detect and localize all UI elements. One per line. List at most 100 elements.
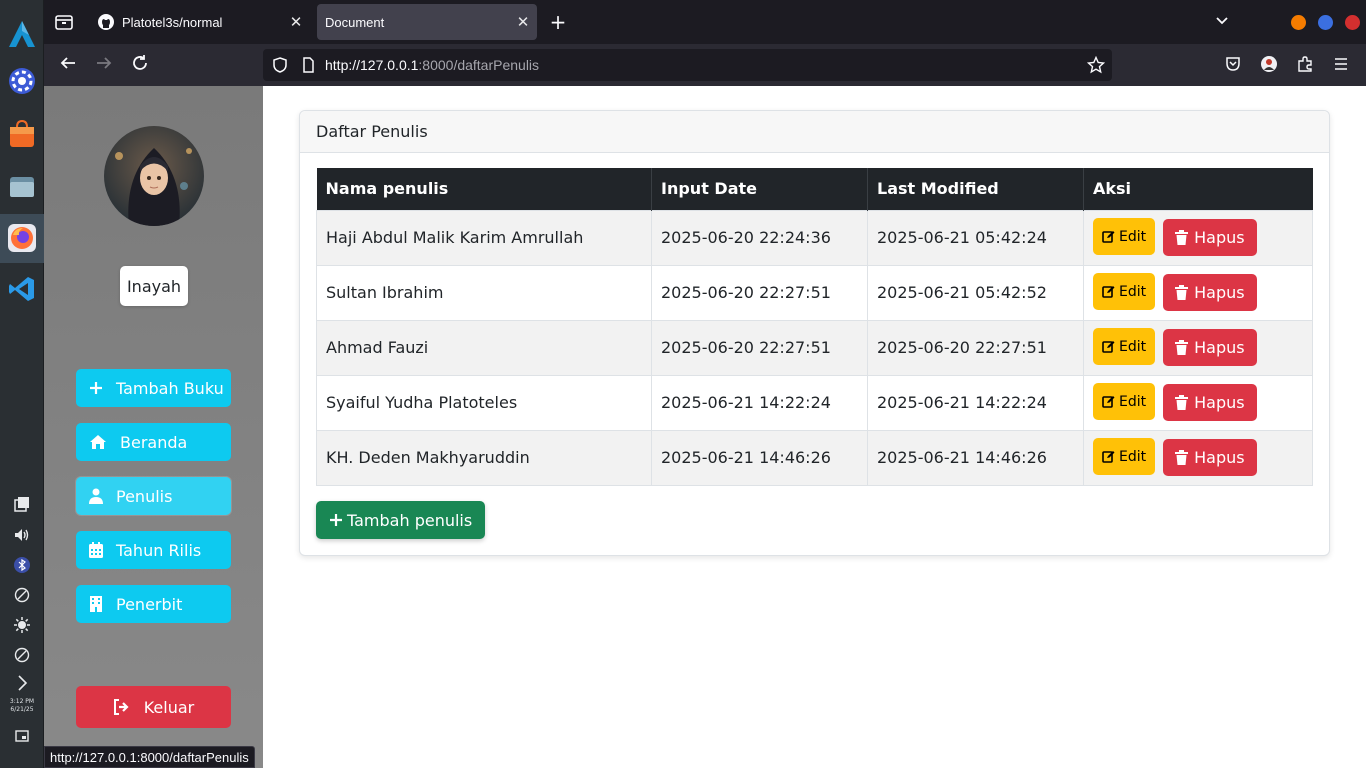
logout-button[interactable]: Keluar bbox=[76, 686, 231, 728]
building-icon bbox=[76, 596, 116, 612]
shield-icon[interactable] bbox=[271, 56, 289, 74]
expand-tray-icon[interactable] bbox=[12, 673, 32, 693]
bookmark-star-icon[interactable] bbox=[1086, 55, 1106, 74]
input-date-cell: 2025-06-20 22:24:36 bbox=[651, 209, 868, 266]
edit-icon bbox=[1102, 230, 1115, 243]
clock-time: 3:12 PM bbox=[9, 698, 35, 705]
page-info-icon[interactable] bbox=[299, 56, 317, 74]
home-icon bbox=[76, 434, 120, 450]
sidebar-item-label: Tambah Buku bbox=[116, 378, 224, 398]
delete-label: Hapus bbox=[1194, 228, 1245, 247]
author-list-card: Daftar Penulis Nama penulis Input Date L… bbox=[299, 110, 1330, 556]
actions-cell: Edit Hapus bbox=[1083, 319, 1313, 376]
calendar-icon bbox=[76, 542, 116, 558]
actions-cell: Edit Hapus bbox=[1083, 209, 1313, 266]
maximize-window-button[interactable] bbox=[1318, 15, 1333, 30]
author-name-cell: Ahmad Fauzi bbox=[316, 319, 652, 376]
pocket-icon[interactable] bbox=[1224, 55, 1244, 75]
sidebar-item-label: Tahun Rilis bbox=[116, 540, 202, 560]
delete-label: Hapus bbox=[1194, 338, 1245, 357]
delete-button[interactable]: Hapus bbox=[1163, 219, 1257, 256]
delete-button[interactable]: Hapus bbox=[1163, 384, 1257, 421]
reload-icon[interactable] bbox=[129, 54, 151, 76]
input-date-cell: 2025-06-20 22:27:51 bbox=[651, 319, 868, 376]
table-header-row: Nama penulis Input Date Last Modified Ak… bbox=[316, 168, 1313, 210]
last-modified-cell: 2025-06-21 14:22:24 bbox=[867, 374, 1084, 431]
sidebar-item-tahun-rilis[interactable]: Tahun Rilis bbox=[76, 531, 231, 569]
trash-icon bbox=[1175, 450, 1189, 465]
tab-document[interactable]: Document ✕ bbox=[317, 4, 537, 40]
sidebar-item-penerbit[interactable]: Penerbit bbox=[76, 585, 231, 623]
edit-button[interactable]: Edit bbox=[1093, 273, 1156, 310]
bluetooth-icon[interactable] bbox=[12, 555, 32, 575]
vpn-icon[interactable] bbox=[12, 645, 32, 665]
files-app-icon[interactable] bbox=[6, 170, 38, 202]
edit-button[interactable]: Edit bbox=[1093, 383, 1156, 420]
actions-cell: Edit Hapus bbox=[1083, 429, 1313, 486]
last-modified-cell: 2025-06-21 14:46:26 bbox=[867, 429, 1084, 486]
close-tab-icon[interactable]: ✕ bbox=[509, 13, 537, 31]
last-modified-cell: 2025-06-21 05:42:52 bbox=[867, 264, 1084, 321]
column-header-actions: Aksi bbox=[1083, 168, 1313, 210]
table-row: Sultan Ibrahim 2025-06-20 22:27:51 2025-06… bbox=[316, 264, 1313, 321]
delete-label: Hapus bbox=[1194, 448, 1245, 467]
tab-overview-icon[interactable] bbox=[54, 12, 74, 32]
brightness-icon[interactable] bbox=[12, 615, 32, 635]
edit-icon bbox=[1102, 395, 1115, 408]
clock-date: 6/21/25 bbox=[10, 706, 34, 713]
url-bar[interactable]: http://127.0.0.1:8000/daftarPenulis bbox=[263, 49, 1112, 81]
browser-navbar: http://127.0.0.1:8000/daftarPenulis bbox=[44, 44, 1366, 86]
account-icon[interactable] bbox=[1260, 55, 1280, 75]
network-icon[interactable] bbox=[12, 585, 32, 605]
volume-icon[interactable] bbox=[12, 525, 32, 545]
os-dock: 3:12 PM 6/21/25 bbox=[0, 0, 44, 768]
trash-icon bbox=[1175, 395, 1189, 410]
firefox-app-icon[interactable] bbox=[6, 222, 38, 254]
delete-button[interactable]: Hapus bbox=[1163, 439, 1257, 476]
edit-icon bbox=[1102, 285, 1115, 298]
delete-button[interactable]: Hapus bbox=[1163, 329, 1257, 366]
settings-app-icon[interactable] bbox=[6, 65, 38, 97]
table-row: Syaiful Yudha Platoteles 2025-06-21 14:22… bbox=[316, 374, 1313, 431]
show-desktop-icon[interactable] bbox=[12, 726, 32, 746]
close-tab-icon[interactable]: ✕ bbox=[282, 13, 310, 31]
url-text[interactable]: http://127.0.0.1:8000/daftarPenulis bbox=[325, 57, 539, 73]
os-clock[interactable]: 3:12 PM 6/21/25 bbox=[2, 698, 42, 714]
menu-icon[interactable] bbox=[1332, 55, 1352, 75]
username-label: Inayah bbox=[120, 266, 188, 306]
input-date-cell: 2025-06-20 22:27:51 bbox=[651, 264, 868, 321]
table-body: Haji Abdul Malik Karim Amrullah 2025-06-2… bbox=[316, 209, 1313, 486]
delete-button[interactable]: Hapus bbox=[1163, 274, 1257, 311]
tab-title: Document bbox=[325, 14, 385, 30]
close-window-button[interactable] bbox=[1345, 15, 1360, 30]
add-author-label: Tambah penulis bbox=[347, 510, 473, 530]
clipboard-icon[interactable] bbox=[12, 494, 32, 514]
edit-button[interactable]: Edit bbox=[1093, 218, 1156, 255]
last-modified-cell: 2025-06-21 05:42:24 bbox=[867, 209, 1084, 266]
back-arrow-icon[interactable] bbox=[57, 54, 79, 76]
author-name-cell: Sultan Ibrahim bbox=[316, 264, 652, 321]
app-launcher-icon[interactable] bbox=[6, 18, 38, 50]
actions-cell: Edit Hapus bbox=[1083, 264, 1313, 321]
edit-icon bbox=[1102, 340, 1115, 353]
new-tab-icon[interactable]: + bbox=[546, 10, 570, 34]
author-name-cell: Syaiful Yudha Platoteles bbox=[316, 374, 652, 431]
forward-arrow-icon[interactable] bbox=[93, 54, 115, 76]
vscode-app-icon[interactable] bbox=[6, 273, 38, 305]
tab-github[interactable]: Platotel3s/normal ✕ bbox=[88, 4, 310, 40]
edit-button[interactable]: Edit bbox=[1093, 438, 1156, 475]
chevron-down-icon[interactable] bbox=[1214, 12, 1230, 32]
author-name-cell: KH. Deden Makhyaruddin bbox=[316, 429, 652, 486]
sidebar-item-tambah-buku[interactable]: Tambah Buku bbox=[76, 369, 231, 407]
add-author-button[interactable]: Tambah penulis bbox=[316, 501, 486, 539]
sidebar-item-beranda[interactable]: Beranda bbox=[76, 423, 231, 461]
sidebar-item-label: Penerbit bbox=[116, 594, 183, 614]
extensions-icon[interactable] bbox=[1296, 55, 1316, 75]
sidebar-item-penulis[interactable]: Penulis bbox=[76, 477, 231, 515]
author-table: Nama penulis Input Date Last Modified Ak… bbox=[316, 168, 1313, 486]
minimize-window-button[interactable] bbox=[1291, 15, 1306, 30]
edit-button[interactable]: Edit bbox=[1093, 328, 1156, 365]
store-app-icon[interactable] bbox=[6, 118, 38, 150]
logout-label: Keluar bbox=[143, 697, 195, 717]
edit-label: Edit bbox=[1119, 448, 1147, 465]
